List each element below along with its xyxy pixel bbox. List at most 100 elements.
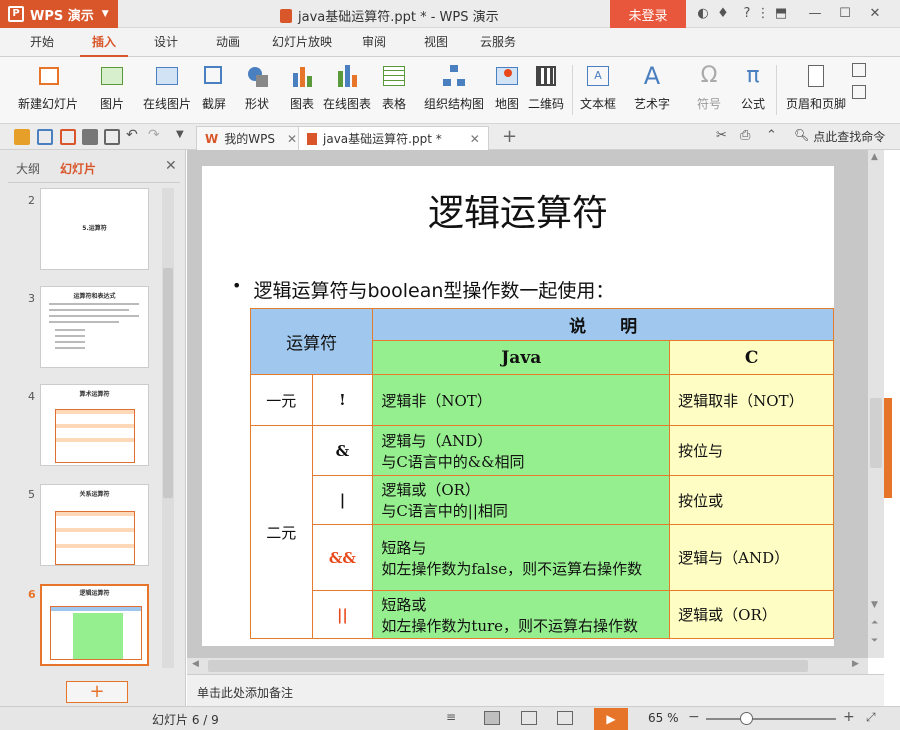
tab-cloud[interactable]: 云服务 [468, 28, 528, 57]
print-icon[interactable] [82, 129, 98, 145]
sort-icon[interactable]: ≡ [446, 710, 456, 724]
new-tab-icon[interactable]: + [502, 126, 517, 147]
slide[interactable]: 逻辑运算符 • 逻辑运算符与boolean型操作数一起使用： 运算符 说 明 J… [202, 166, 834, 646]
scroll-right-icon[interactable]: ▶ [852, 659, 859, 669]
slide-thumbnail[interactable]: 5.运算符 [40, 188, 149, 270]
new-slide-button[interactable]: 新建幻灯片 [18, 61, 78, 119]
chart-button[interactable]: 图表 [289, 61, 315, 119]
redo-icon[interactable]: ↷ [148, 127, 160, 143]
textbox-button[interactable]: A 文本框 [580, 61, 616, 119]
command-search[interactable]: 🔍︎ 点此查找命令 [794, 128, 885, 145]
pin-icon[interactable]: ✂ [716, 128, 727, 143]
wps-w-icon: W [205, 131, 219, 146]
tab-review[interactable]: 审阅 [350, 28, 398, 57]
horizontal-scrollbar-thumb[interactable] [208, 660, 808, 672]
shapes-button[interactable]: 形状 [244, 61, 270, 119]
formula-icon: π [746, 63, 760, 88]
screenshot-button[interactable]: 截屏 [201, 61, 227, 119]
wordart-button[interactable]: A 艺术字 [634, 61, 670, 119]
formula-button[interactable]: π 公式 [740, 61, 766, 119]
page-up-icon[interactable]: ⏶ [871, 618, 878, 628]
close-panel-icon[interactable]: ✕ [165, 158, 177, 174]
more-tools-icon[interactable] [852, 85, 866, 99]
notes-pane[interactable]: 单击此处添加备注 [187, 674, 884, 706]
slide-number: 4 [28, 390, 35, 403]
side-panel-toggle[interactable] [884, 398, 892, 498]
tab-view[interactable]: 视图 [412, 28, 460, 57]
header-c: C [669, 340, 834, 375]
header-footer-button[interactable]: 页眉和页脚 [786, 61, 846, 119]
online-picture-button[interactable]: 在线图片 [143, 61, 191, 119]
online-chart-icon [334, 63, 360, 89]
tab-slideshow[interactable]: 幻灯片放映 [260, 28, 344, 57]
symbol-button[interactable]: Ω 符号 [696, 61, 722, 119]
zoom-slider-knob[interactable] [740, 712, 753, 725]
map-button[interactable]: 地图 [494, 61, 520, 119]
scroll-down-icon[interactable]: ▼ [871, 600, 878, 610]
export-pdf-icon[interactable] [60, 129, 76, 145]
add-slide-button[interactable]: + [66, 681, 128, 703]
tab-home[interactable]: 开始 [18, 28, 66, 57]
online-chart-button[interactable]: 在线图表 [323, 61, 371, 119]
org-chart-button[interactable]: 组织结构图 [424, 61, 484, 119]
vertical-scrollbar-thumb[interactable] [870, 398, 882, 468]
app-menu-button[interactable]: P WPS 演示 ▼ [0, 0, 118, 28]
toolbar-divider [776, 65, 777, 115]
restore-window-icon[interactable]: ⬒ [772, 5, 790, 23]
quick-access-bar: ↶ ↷ ▼ W 我的WPS ✕ java基础运算符.ppt * ✕ + ✂ ⎙ … [0, 124, 900, 150]
shirt-icon[interactable]: ♦ [714, 5, 732, 23]
qrcode-button[interactable]: 二维码 [528, 61, 564, 119]
picture-button[interactable]: 图片 [99, 61, 125, 119]
close-icon[interactable]: ✕ [287, 128, 297, 150]
expand-icon[interactable]: ⌃ [766, 128, 777, 143]
wps-logo-icon: P [8, 6, 24, 22]
open-folder-icon[interactable] [14, 129, 30, 145]
maximize-icon[interactable]: ☐ [836, 5, 854, 23]
reading-view-icon[interactable] [557, 711, 573, 725]
customize-dropdown-icon[interactable]: ▼ [176, 129, 184, 140]
zoom-in-icon[interactable]: + [843, 709, 855, 725]
close-icon[interactable]: ✕ [866, 5, 884, 23]
tab-my-wps[interactable]: W 我的WPS ✕ [196, 126, 307, 150]
toolbar-divider [572, 65, 573, 115]
panel-scrollbar-thumb[interactable] [163, 268, 173, 498]
tab-animation[interactable]: 动画 [204, 28, 252, 57]
play-slideshow-button[interactable]: ▶ [594, 708, 628, 730]
slide-thumbnail[interactable]: 算术运算符 [40, 384, 149, 466]
scroll-left-icon[interactable]: ◀ [192, 659, 199, 669]
slide-title[interactable]: 逻辑运算符 [202, 184, 834, 236]
fit-window-icon[interactable]: ⤢ [866, 710, 876, 725]
shapes-icon [244, 63, 270, 89]
more-tools-icon[interactable] [852, 63, 866, 77]
minimize-icon[interactable]: — [806, 5, 824, 23]
table-button[interactable]: 表格 [381, 61, 407, 119]
more-icon[interactable]: ⋮ [754, 5, 772, 23]
undo-icon[interactable]: ↶ [126, 127, 138, 143]
close-icon[interactable]: ✕ [470, 128, 480, 150]
tab-insert[interactable]: 插入 [80, 28, 129, 57]
scroll-up-icon[interactable]: ▲ [871, 152, 878, 162]
skin-icon[interactable]: ◐ [694, 5, 712, 23]
panel-divider [8, 182, 180, 183]
zoom-out-icon[interactable]: − [688, 709, 700, 725]
save-icon[interactable] [37, 129, 53, 145]
tab-outline[interactable]: 大纲 [16, 160, 40, 177]
normal-view-icon[interactable] [484, 711, 500, 725]
share-icon[interactable]: ⎙ [740, 128, 750, 143]
slide-thumbnail-selected[interactable]: 逻辑运算符 [40, 584, 149, 666]
print-preview-icon[interactable] [104, 129, 120, 145]
zoom-level[interactable]: 65 % [648, 711, 679, 725]
tab-slides[interactable]: 幻灯片 [60, 160, 96, 177]
zoom-slider[interactable] [706, 718, 836, 720]
tab-current-document[interactable]: java基础运算符.ppt * ✕ [298, 126, 489, 150]
bullet-point[interactable]: • 逻辑运算符与boolean型操作数一起使用： [232, 276, 614, 303]
page-down-icon[interactable]: ⏷ [871, 636, 878, 646]
operator-cell: ! [311, 374, 374, 426]
slide-sorter-icon[interactable] [521, 711, 537, 725]
slide-thumbnail[interactable]: 运算符和表达式 [40, 286, 149, 368]
app-name: WPS 演示 [30, 8, 94, 24]
login-button[interactable]: 未登录 [610, 0, 686, 28]
operator-table[interactable]: 运算符 说 明 Java C 一元 ! 逻辑非（NOT） 逻辑取非（NOT） 二… [249, 308, 834, 639]
tab-design[interactable]: 设计 [142, 28, 190, 57]
slide-thumbnail[interactable]: 关系运算符 [40, 484, 149, 566]
